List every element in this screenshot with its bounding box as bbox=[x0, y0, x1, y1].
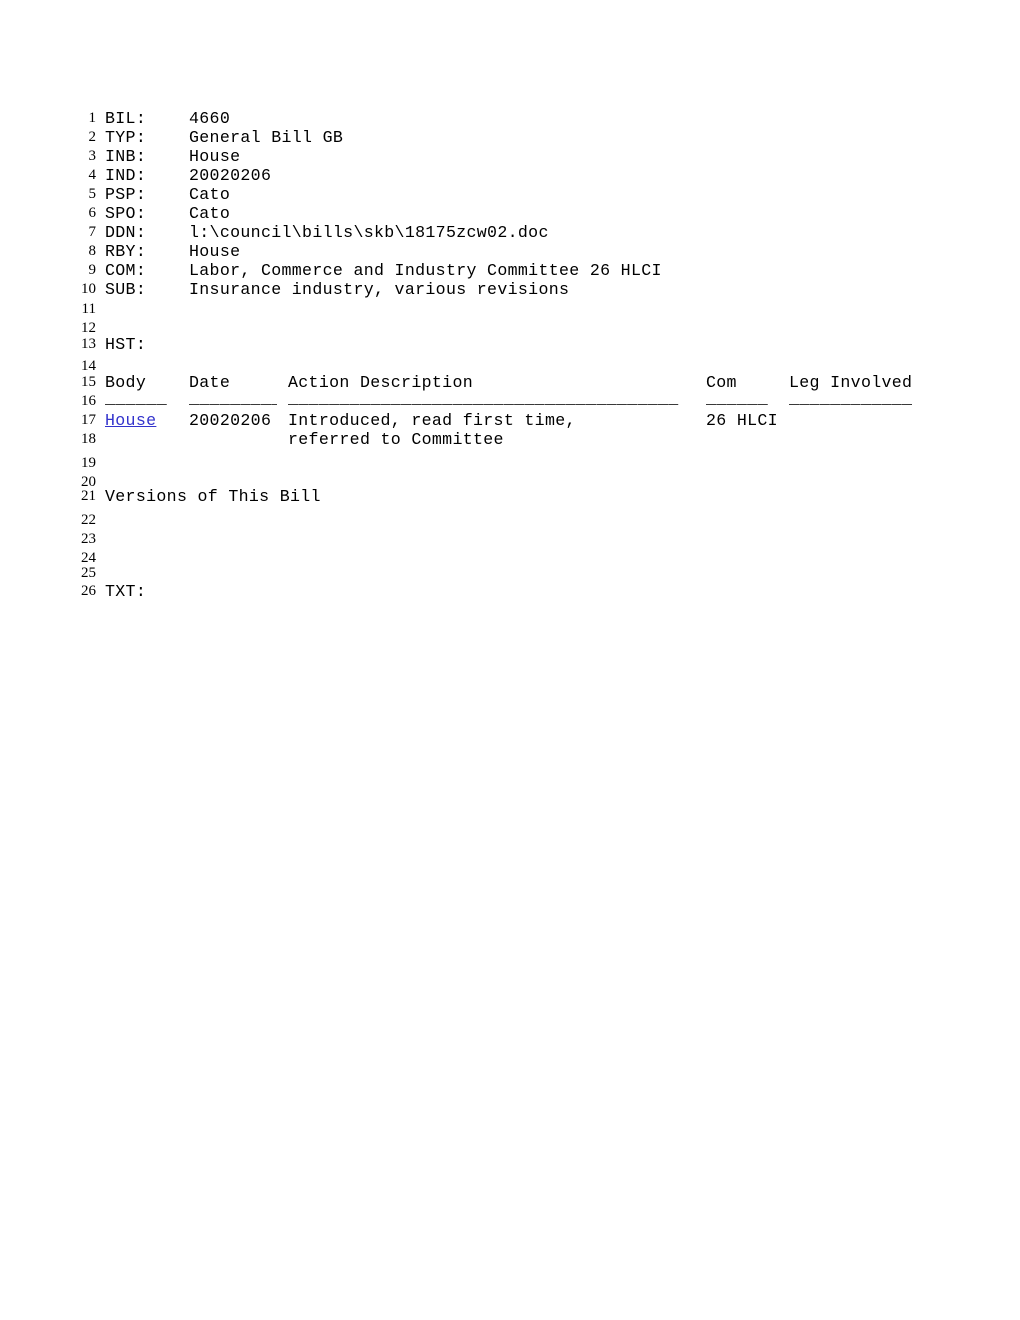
field-value-ind: 20020206 bbox=[189, 166, 272, 185]
history-col-header-body: Body bbox=[105, 373, 147, 392]
field-label-inb: INB: bbox=[105, 147, 147, 166]
history-col-header-action: Action Description bbox=[288, 373, 474, 392]
field-row-inb: INB: bbox=[105, 148, 146, 165]
field-value-com: Labor, Commerce and Industry Committee 2… bbox=[189, 261, 662, 280]
history-row-body-cell[interactable]: House bbox=[105, 412, 156, 429]
field-label-ddn: DDN: bbox=[105, 223, 147, 242]
field-label-bil: BIL: bbox=[105, 109, 147, 128]
line-number: 15 bbox=[81, 374, 96, 390]
field-label-rby: RBY: bbox=[105, 242, 147, 261]
field-value-ddn: l:\council\bills\skb\18175zcw02.doc bbox=[189, 223, 549, 242]
field-row-ind: IND: bbox=[105, 167, 146, 184]
field-label-com: COM: bbox=[105, 261, 147, 280]
line-number: 12 bbox=[81, 320, 96, 336]
field-label-typ: TYP: bbox=[105, 128, 147, 147]
versions-heading: Versions of This Bill bbox=[105, 487, 321, 506]
line-number: 1 bbox=[88, 110, 97, 126]
field-row-spo: SPO: bbox=[105, 205, 146, 222]
line-number: 6 bbox=[88, 205, 97, 221]
document-page: 1 2 3 4 5 6 7 8 9 10 11 12 13 14 15 16 1… bbox=[0, 0, 1020, 1320]
field-row-sub: SUB: bbox=[105, 281, 146, 298]
line-number: 3 bbox=[88, 148, 97, 164]
history-rule-action: ______________________________________ bbox=[288, 390, 679, 407]
field-label-ind: IND: bbox=[105, 166, 147, 185]
line-number: 17 bbox=[81, 412, 96, 428]
field-label-psp: PSP: bbox=[105, 185, 147, 204]
line-number: 21 bbox=[81, 488, 96, 504]
history-rule-body: _______ bbox=[105, 390, 167, 407]
history-row-date-cell: 20020206 bbox=[189, 411, 272, 430]
line-number: 18 bbox=[81, 431, 96, 447]
text-heading: TXT: bbox=[105, 582, 147, 601]
history-col-header-com: Com bbox=[706, 373, 737, 392]
history-body-link[interactable]: House bbox=[105, 411, 156, 430]
field-label-sub: SUB: bbox=[105, 280, 147, 299]
history-row-action-line2: referred to Committee bbox=[288, 430, 504, 449]
field-value-bil: 4660 bbox=[189, 109, 231, 128]
field-label-spo: SPO: bbox=[105, 204, 147, 223]
history-col-header-leg-involved: Leg Involved bbox=[789, 373, 913, 392]
line-number: 8 bbox=[88, 243, 97, 259]
history-row-action-line1: Introduced, read first time, bbox=[288, 411, 576, 430]
line-number: 9 bbox=[88, 262, 97, 278]
line-number: 13 bbox=[81, 336, 96, 352]
history-rule-leg-involved: ____________ bbox=[789, 390, 913, 407]
line-number: 5 bbox=[88, 186, 97, 202]
field-value-sub: Insurance industry, various revisions bbox=[189, 280, 570, 299]
field-row-bil: BIL: bbox=[105, 110, 146, 127]
field-value-inb: House bbox=[189, 147, 241, 166]
field-row-psp: PSP: bbox=[105, 186, 146, 203]
field-value-psp: Cato bbox=[189, 185, 231, 204]
history-col-header-date: Date bbox=[189, 373, 231, 392]
line-number: 16 bbox=[81, 393, 96, 409]
line-number: 25 bbox=[81, 565, 96, 581]
history-rule-date: _________ bbox=[189, 390, 277, 407]
line-number: 24 bbox=[81, 550, 96, 566]
line-number: 10 bbox=[81, 281, 96, 297]
line-number: 4 bbox=[88, 167, 97, 183]
field-row-com: COM: bbox=[105, 262, 146, 279]
field-value-typ: General Bill GB bbox=[189, 128, 344, 147]
line-number: 23 bbox=[81, 531, 96, 547]
field-row-ddn: DDN: bbox=[105, 224, 146, 241]
line-number: 11 bbox=[81, 301, 96, 317]
line-number: 7 bbox=[88, 224, 97, 240]
line-number: 22 bbox=[81, 512, 96, 528]
line-number: 26 bbox=[81, 583, 96, 599]
field-value-spo: Cato bbox=[189, 204, 231, 223]
history-heading: HST: bbox=[105, 335, 147, 354]
field-row-typ: TYP: bbox=[105, 129, 146, 146]
field-row-rby: RBY: bbox=[105, 243, 146, 260]
history-row-com-cell: 26 HLCI bbox=[706, 411, 778, 430]
line-number: 2 bbox=[88, 129, 97, 145]
line-number: 19 bbox=[81, 455, 96, 471]
line-number: 14 bbox=[81, 358, 96, 374]
field-value-rby: House bbox=[189, 242, 241, 261]
history-rule-com: _______ bbox=[706, 390, 768, 407]
